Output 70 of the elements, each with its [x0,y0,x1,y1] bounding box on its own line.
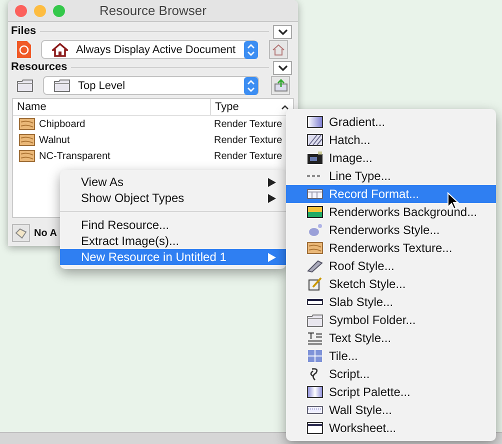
menu-item[interactable]: New Resource in Untitled 1 [60,249,286,265]
worksheet-icon [307,421,323,435]
texture-icon [19,118,35,130]
sketch-icon [307,277,323,291]
resource-type: Render Texture [213,118,282,132]
window-title: Resource Browser [100,2,206,20]
dashed-line-icon [307,175,321,177]
menu-item[interactable]: Renderworks Style... [286,221,496,239]
stepper-icon [244,76,258,94]
stepper-icon [244,40,258,58]
menu-item[interactable]: Tile... [286,347,496,365]
preview-button[interactable] [12,224,30,242]
menu-item[interactable]: Line Type... [286,167,496,185]
menu-item[interactable]: Find Resource... [60,217,286,233]
resource-type: Render Texture [213,134,282,148]
up-folder-button[interactable] [271,76,290,95]
menu-item[interactable]: Slab Style... [286,293,496,311]
close-button[interactable] [15,5,27,17]
collapse-button[interactable] [273,60,292,74]
collapse-button[interactable] [273,24,292,38]
menu-item[interactable]: Script... [286,365,496,383]
hatch-icon [307,133,323,147]
text-style-icon [307,331,323,345]
menu-item[interactable]: Show Object Types [60,190,286,206]
menu-item[interactable]: Extract Image(s)... [60,233,286,249]
menu-item[interactable]: Record Format... [286,185,496,203]
section-heading: Resources [11,60,68,76]
resource-name: NC-Transparent [39,150,110,164]
footer-label: No A [34,226,57,240]
sort-ascending-icon [281,104,289,110]
menu-item[interactable]: Renderworks Texture... [286,239,496,257]
resource-name: Chipboard [39,118,86,132]
menu-item[interactable]: Wall Style... [286,401,496,419]
zoom-button[interactable] [53,5,65,17]
tag-icon [15,228,27,238]
gradient-icon [307,115,323,129]
menu-item[interactable]: View As [60,174,286,190]
wall-icon [307,403,323,417]
folder-icon [17,79,33,92]
menu-item[interactable]: Text Style... [286,329,496,347]
palette-icon [307,385,323,399]
menu-item[interactable]: Script Palette... [286,383,496,401]
folder-icon [54,79,70,92]
section-heading: Files [11,24,36,40]
texture-icon [19,134,35,146]
location-dropdown[interactable]: Always Display Active Document [41,40,257,59]
house-icon [52,42,68,56]
menu-item[interactable]: Renderworks Background... [286,203,496,221]
chevron-down-icon [278,64,288,70]
resource-name: Walnut [39,134,70,148]
chevron-down-icon [278,28,288,34]
column-header[interactable]: Name [13,98,211,116]
menu-item[interactable]: Sketch Style... [286,275,496,293]
landscape-icon [307,205,323,219]
folder-icon [307,314,323,326]
grid-icon [307,349,323,363]
menu-item[interactable]: Worksheet... [286,419,496,437]
column-header[interactable]: Type [211,98,239,116]
location-dropdown[interactable]: Top Level [43,76,259,95]
table-icon [307,187,323,201]
menu-item[interactable]: Symbol Folder... [286,311,496,329]
resource-type: Render Texture [213,150,282,164]
menu-item[interactable]: Roof Style... [286,257,496,275]
roof-icon [307,259,323,273]
wood-icon [307,242,323,254]
house-icon [272,44,285,56]
document-icon [17,41,31,58]
camera-icon [307,151,323,165]
texture-icon [19,150,35,162]
folder-up-icon [274,79,288,92]
